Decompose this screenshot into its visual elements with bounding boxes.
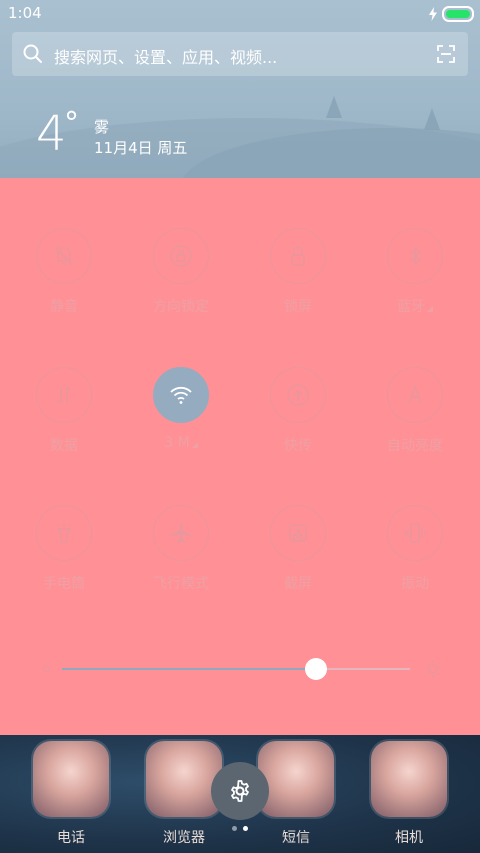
weather-header: 1:04 搜索网页、设置、应用、视频... 4 ° 雾 11月4日 周五 — [0, 0, 480, 178]
tile-vibrate[interactable]: 振动 — [367, 505, 467, 625]
page-indicator — [232, 826, 248, 831]
tile-mute[interactable]: 静音 — [16, 228, 116, 348]
tile-airplane-mode[interactable]: 飞行模式 — [133, 505, 233, 625]
search-placeholder: 搜索网页、设置、应用、视频... — [54, 48, 278, 67]
tile-label: 自动亮度 — [387, 438, 443, 454]
tile-label: 3 M — [133, 435, 229, 451]
tile-auto-brightness[interactable]: 自动亮度 — [367, 367, 467, 487]
rotation-lock-icon — [153, 228, 209, 284]
phone-app-icon — [33, 741, 109, 817]
background-tree — [424, 108, 440, 130]
page-dot — [232, 826, 237, 831]
temperature: 4 — [36, 106, 67, 162]
gear-icon — [231, 780, 249, 802]
tile-label: 蓝牙 — [367, 296, 463, 316]
tile-label: 振动 — [401, 576, 429, 592]
tile-label: 快传 — [284, 438, 312, 454]
charging-icon — [429, 7, 437, 21]
weather-date: 11月4日 周五 — [94, 139, 188, 157]
app-label: 电话 — [57, 830, 85, 846]
quick-settings-panel: 静音 方向锁定 锁屏 蓝牙 数据 3 M 快传 自动亮度 手电筒 飞行模式 截屏… — [0, 178, 480, 735]
tile-label: 飞行模式 — [153, 576, 209, 592]
app-label: 相机 — [395, 830, 423, 846]
messages-app-icon — [258, 741, 334, 817]
data-arrows-icon — [36, 367, 92, 423]
browser-app-icon — [146, 741, 222, 817]
tile-rotation-lock[interactable]: 方向锁定 — [133, 228, 233, 348]
status-icons — [428, 6, 474, 22]
bluetooth-icon — [387, 228, 443, 284]
weather-condition: 雾 — [94, 118, 110, 136]
tile-screenshot[interactable]: 截屏 — [250, 505, 350, 625]
quick-transfer-icon — [270, 367, 326, 423]
tile-label: 数据 — [50, 438, 78, 454]
tile-lock-screen[interactable]: 锁屏 — [250, 228, 350, 348]
wifi-icon — [153, 367, 209, 423]
background-tree — [326, 96, 342, 118]
slider-knob[interactable] — [305, 658, 328, 680]
tile-label: 静音 — [50, 299, 78, 315]
slider-fill — [62, 668, 317, 670]
tile-bluetooth[interactable]: 蓝牙 — [367, 228, 467, 348]
page-dot-active — [243, 826, 248, 831]
tile-flashlight[interactable]: 手电筒 — [16, 505, 116, 625]
flashlight-icon — [36, 505, 92, 561]
camera-app-icon — [371, 741, 447, 817]
scan-icon[interactable] — [436, 44, 456, 64]
lock-icon — [270, 228, 326, 284]
battery-level — [446, 10, 470, 18]
search-bar[interactable]: 搜索网页、设置、应用、视频... — [12, 32, 468, 76]
tile-wifi[interactable]: 3 M — [133, 367, 233, 487]
app-label: 短信 — [282, 830, 310, 846]
vibrate-icon — [387, 505, 443, 561]
status-bar: 1:04 — [0, 0, 480, 26]
status-time: 1:04 — [8, 4, 42, 22]
auto-brightness-icon — [387, 367, 443, 423]
tile-label: 方向锁定 — [153, 299, 209, 315]
search-icon — [23, 44, 42, 63]
brightness-low-icon — [42, 665, 50, 673]
tile-quick-transfer[interactable]: 快传 — [250, 367, 350, 487]
tile-label: 手电筒 — [43, 576, 85, 592]
airplane-icon — [153, 505, 209, 561]
settings-button[interactable] — [211, 762, 269, 820]
battery-icon — [442, 6, 474, 22]
tile-label: 锁屏 — [284, 299, 312, 315]
degree-symbol: ° — [64, 106, 79, 141]
app-label: 浏览器 — [163, 830, 205, 846]
brightness-high-icon — [425, 661, 441, 677]
brightness-slider[interactable] — [36, 656, 444, 682]
mute-bell-icon — [36, 228, 92, 284]
screenshot-icon — [270, 505, 326, 561]
tile-data[interactable]: 数据 — [16, 367, 116, 487]
tile-label: 截屏 — [284, 576, 312, 592]
